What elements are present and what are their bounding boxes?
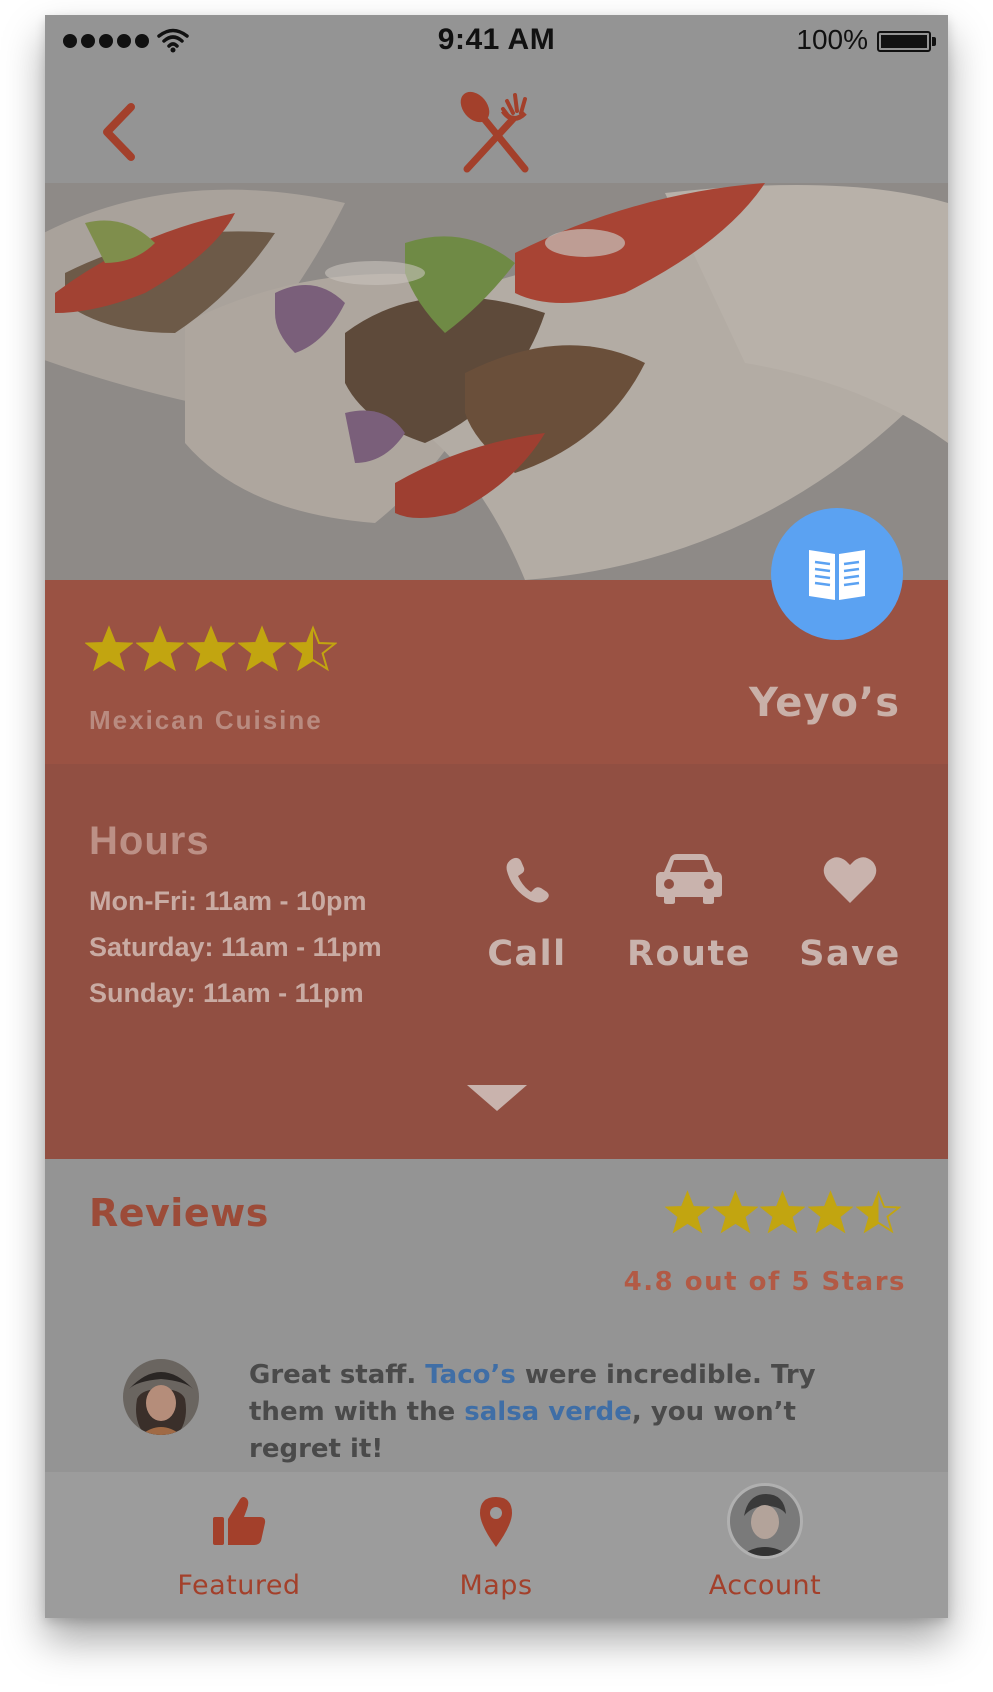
hours-line: Saturday: 11am - 11pm (89, 932, 382, 962)
call-button[interactable]: Call (452, 842, 602, 974)
battery-percent: 100% (796, 24, 868, 55)
star-icon (855, 1190, 901, 1234)
star-icon (808, 1190, 854, 1234)
tab-featured-label: Featured (177, 1570, 301, 1601)
hours-line: Sunday: 11am - 11pm (89, 978, 364, 1008)
spoon-fork-icon (460, 91, 529, 173)
star-icon (712, 1190, 758, 1234)
hours-title: Hours (89, 819, 210, 863)
car-icon (656, 854, 722, 904)
chevron-left-icon[interactable] (95, 97, 155, 167)
reviews-title: Reviews (89, 1191, 269, 1235)
thumbs-up-icon (213, 1497, 266, 1545)
battery-icon (877, 31, 936, 52)
rating-stars (85, 625, 339, 673)
star-icon (288, 625, 337, 672)
tab-featured[interactable]: Featured (129, 1472, 349, 1618)
restaurant-name: Yeyo’s (749, 680, 900, 726)
review-text: Great staff. Taco’s were incredible. Try… (249, 1357, 889, 1468)
open-book-icon (809, 550, 865, 600)
reviews-score: 4.8 out of 5 Stars (623, 1267, 906, 1297)
heart-icon (823, 857, 877, 903)
expand-caret-icon[interactable] (467, 1085, 527, 1111)
star-icon (85, 625, 133, 672)
phone-screen: 9:41 AM 100% Mexican Cuisine Yeyo’s Hour… (45, 15, 948, 1618)
review-link-tacos[interactable]: Taco’s (425, 1360, 516, 1390)
account-avatar (727, 1483, 803, 1559)
tab-bar: Featured Maps Account (45, 1472, 948, 1618)
menu-button[interactable] (771, 508, 903, 640)
tab-maps-label: Maps (459, 1570, 533, 1601)
reviewer-photo (123, 1359, 199, 1435)
reviewer-avatar[interactable] (123, 1359, 199, 1435)
phone-icon (506, 857, 549, 903)
reviews-rating-stars (665, 1190, 903, 1235)
tab-account-label: Account (708, 1570, 822, 1601)
star-icon (135, 625, 184, 672)
route-button[interactable]: Route (614, 842, 764, 974)
star-icon (665, 1190, 710, 1234)
details-panel: Hours Mon-Fri: 11am - 10pm Saturday: 11a… (45, 764, 948, 1159)
star-icon (760, 1190, 806, 1234)
tab-account[interactable]: Account (655, 1472, 875, 1618)
call-label: Call (487, 934, 567, 974)
tab-maps[interactable]: Maps (386, 1472, 606, 1618)
route-label: Route (627, 934, 751, 974)
star-icon (186, 625, 235, 672)
map-pin-icon (480, 1497, 512, 1547)
review-text-segment: Great staff. (249, 1360, 426, 1390)
hours-line: Mon-Fri: 11am - 10pm (89, 886, 367, 916)
review-link-salsa-verde[interactable]: salsa verde (464, 1397, 632, 1427)
save-label: Save (799, 934, 901, 974)
star-icon (237, 625, 286, 672)
cuisine-label: Mexican Cuisine (89, 705, 323, 735)
save-button[interactable]: Save (775, 842, 925, 974)
account-photo (730, 1486, 800, 1556)
status-bar: 9:41 AM 100% (45, 15, 948, 67)
